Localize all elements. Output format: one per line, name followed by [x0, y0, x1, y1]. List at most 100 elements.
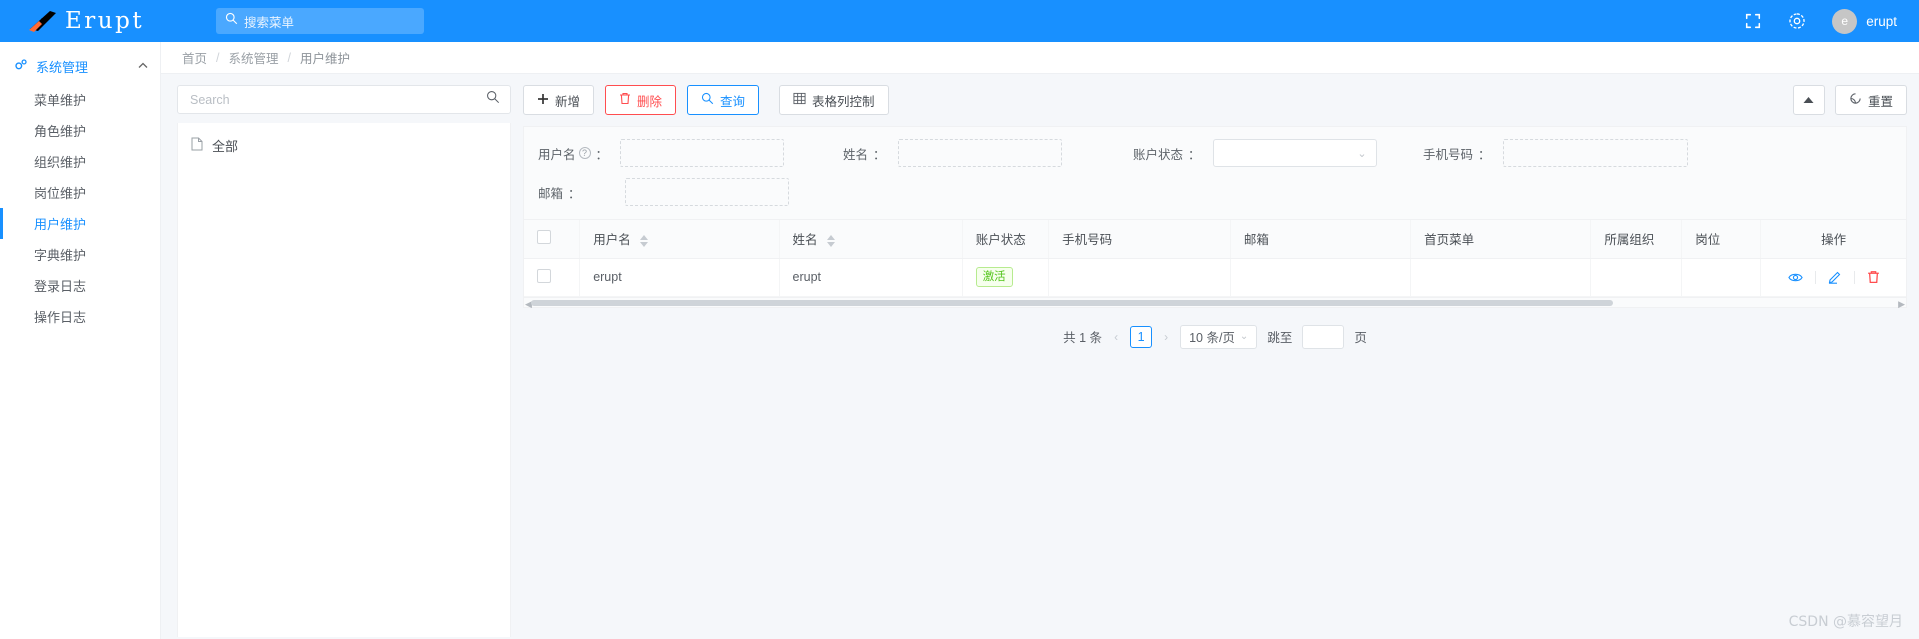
- jump-input[interactable]: [1302, 324, 1345, 349]
- sidebar-group-system[interactable]: 系统管理: [0, 48, 160, 84]
- pagination-total: 共 1 条: [1063, 331, 1103, 345]
- cell-phone: [1048, 258, 1231, 297]
- user-table: 用户名 姓名 账户状态 手机号码 邮箱 首页菜单 所属组织 岗位 操作 erup…: [523, 220, 1907, 298]
- sidebar-item-role-maint[interactable]: 角色维护: [0, 115, 160, 146]
- th-name[interactable]: 姓名: [779, 220, 963, 259]
- search-form-row-1: 用户名 ? ： 姓名 ： 账户状态 ： ⌄ 手机号码 ：: [538, 139, 1892, 167]
- header-actions: e erupt: [1744, 8, 1919, 34]
- field-email-colon: ：: [568, 186, 581, 201]
- menu-search-box[interactable]: 搜索菜单: [216, 8, 424, 34]
- field-account-status: 账户状态 ： ⌄: [1133, 139, 1423, 167]
- table-hscrollbar[interactable]: ◀ ▶: [523, 297, 1907, 310]
- sidebar-item-user-maint[interactable]: 用户维护: [0, 208, 160, 239]
- select-all-checkbox[interactable]: [537, 230, 551, 245]
- sidebar-item-operation-log[interactable]: 操作日志: [0, 301, 160, 332]
- th-phone: 手机号码: [1048, 220, 1231, 259]
- brand[interactable]: Erupt: [0, 0, 196, 42]
- breadcrumb-item-home[interactable]: 首页: [182, 48, 207, 67]
- email-input[interactable]: [624, 178, 789, 206]
- th-account-status: 账户状态: [962, 220, 1050, 259]
- field-phone-text: 手机号码: [1423, 147, 1474, 162]
- sidebar-item-label: 字典维护: [34, 248, 87, 263]
- delete-button-label: 删除: [637, 94, 663, 109]
- content-area: 全部 新增 删除: [161, 74, 1919, 639]
- avatar: e: [1832, 8, 1858, 34]
- edit-icon[interactable]: [1816, 270, 1854, 284]
- scrollbar-thumb[interactable]: [531, 299, 1613, 306]
- sidebar-item-label: 角色维护: [34, 124, 87, 139]
- sort-icon[interactable]: [640, 234, 649, 247]
- sort-icon[interactable]: [827, 234, 835, 247]
- tree-search-input[interactable]: [188, 91, 486, 108]
- sidebar-item-post-maint[interactable]: 岗位维护: [0, 177, 160, 208]
- caret-up-icon: [1803, 91, 1814, 109]
- view-icon[interactable]: [1776, 272, 1815, 283]
- scroll-right-icon[interactable]: ▶: [1898, 299, 1905, 310]
- chevron-up-icon[interactable]: [138, 61, 148, 72]
- pagination-page-1[interactable]: 1: [1130, 325, 1153, 348]
- tree-body: 全部: [177, 123, 511, 637]
- query-button[interactable]: 查询: [687, 85, 760, 115]
- name-input[interactable]: [897, 139, 1062, 167]
- fullscreen-icon[interactable]: [1744, 12, 1762, 30]
- tree-node-all[interactable]: 全部: [191, 136, 510, 155]
- search-form: 用户名 ? ： 姓名 ： 账户状态 ： ⌄ 手机号码 ： 邮箱 ：: [523, 126, 1907, 220]
- sidebar-item-login-log[interactable]: 登录日志: [0, 270, 160, 301]
- row-actions: [1774, 270, 1893, 284]
- field-email-label: 邮箱 ：: [538, 183, 581, 202]
- pagination-next[interactable]: ›: [1162, 330, 1170, 344]
- row-checkbox[interactable]: [537, 268, 551, 283]
- breadcrumb-separator: /: [287, 50, 291, 65]
- tree-node-label: 全部: [212, 139, 239, 154]
- field-username-label: 用户名 ? ：: [538, 144, 608, 163]
- th-email: 邮箱: [1230, 220, 1412, 259]
- add-button[interactable]: 新增: [523, 85, 595, 115]
- cell-email: [1230, 258, 1412, 297]
- field-name-colon: ：: [873, 147, 886, 162]
- plus-icon: [537, 93, 549, 108]
- pagination-prev[interactable]: ‹: [1112, 330, 1120, 344]
- breadcrumb-item-system[interactable]: 系统管理: [229, 48, 279, 67]
- sidebar-item-dict-maint[interactable]: 字典维护: [0, 239, 160, 270]
- sidebar: 系统管理 菜单维护 角色维护 组织维护 岗位维护 用户维护 字典维护 登录日志 …: [0, 42, 161, 639]
- gear-icon[interactable]: [1788, 12, 1806, 30]
- field-account-status-text: 账户状态: [1133, 147, 1184, 162]
- cell-name: erupt: [779, 258, 963, 297]
- sidebar-item-label: 登录日志: [34, 279, 87, 294]
- page-size-value: 10 条/页: [1189, 331, 1235, 345]
- sidebar-item-menu-maint[interactable]: 菜单维护: [0, 84, 160, 115]
- table-icon: [793, 92, 806, 108]
- th-username[interactable]: 用户名: [579, 220, 780, 259]
- field-username: 用户名 ? ：: [538, 139, 843, 167]
- field-account-status-colon: ：: [1188, 147, 1201, 162]
- search-icon: [225, 12, 238, 30]
- page-size-select[interactable]: 10 条/页 ⌄: [1180, 324, 1258, 349]
- jump-label: 跳至: [1267, 331, 1293, 345]
- delete-icon[interactable]: [1855, 270, 1892, 284]
- search-form-row-2: 邮箱 ：: [538, 178, 1892, 206]
- toolbar-right-actions: 重置: [1792, 85, 1907, 115]
- user-name: erupt: [1866, 13, 1897, 29]
- collapse-search-button[interactable]: [1792, 85, 1825, 115]
- field-account-status-label: 账户状态 ：: [1133, 144, 1201, 163]
- tree-search-box[interactable]: [177, 85, 511, 114]
- delete-button[interactable]: 删除: [605, 85, 677, 115]
- phone-input[interactable]: [1502, 139, 1688, 167]
- username-input[interactable]: [620, 139, 785, 167]
- field-username-text: 用户名: [538, 147, 576, 162]
- search-icon[interactable]: [486, 90, 500, 109]
- user-menu[interactable]: e erupt: [1832, 8, 1897, 34]
- column-control-button[interactable]: 表格列控制: [779, 85, 889, 115]
- reset-button[interactable]: 重置: [1834, 85, 1907, 115]
- sidebar-item-label: 用户维护: [34, 217, 87, 232]
- table-row: erupt erupt 激活: [524, 258, 1906, 297]
- add-button-label: 新增: [555, 94, 581, 109]
- th-home-menu: 首页菜单: [1410, 220, 1592, 259]
- account-status-select[interactable]: ⌄: [1212, 139, 1377, 167]
- app-header: Erupt 搜索菜单 e erupt: [0, 0, 1919, 42]
- help-icon[interactable]: ?: [578, 147, 591, 159]
- sidebar-item-org-maint[interactable]: 组织维护: [0, 146, 160, 177]
- org-tree-panel: 全部: [177, 85, 511, 639]
- reset-button-label: 重置: [1867, 94, 1893, 109]
- field-username-colon: ：: [595, 147, 609, 162]
